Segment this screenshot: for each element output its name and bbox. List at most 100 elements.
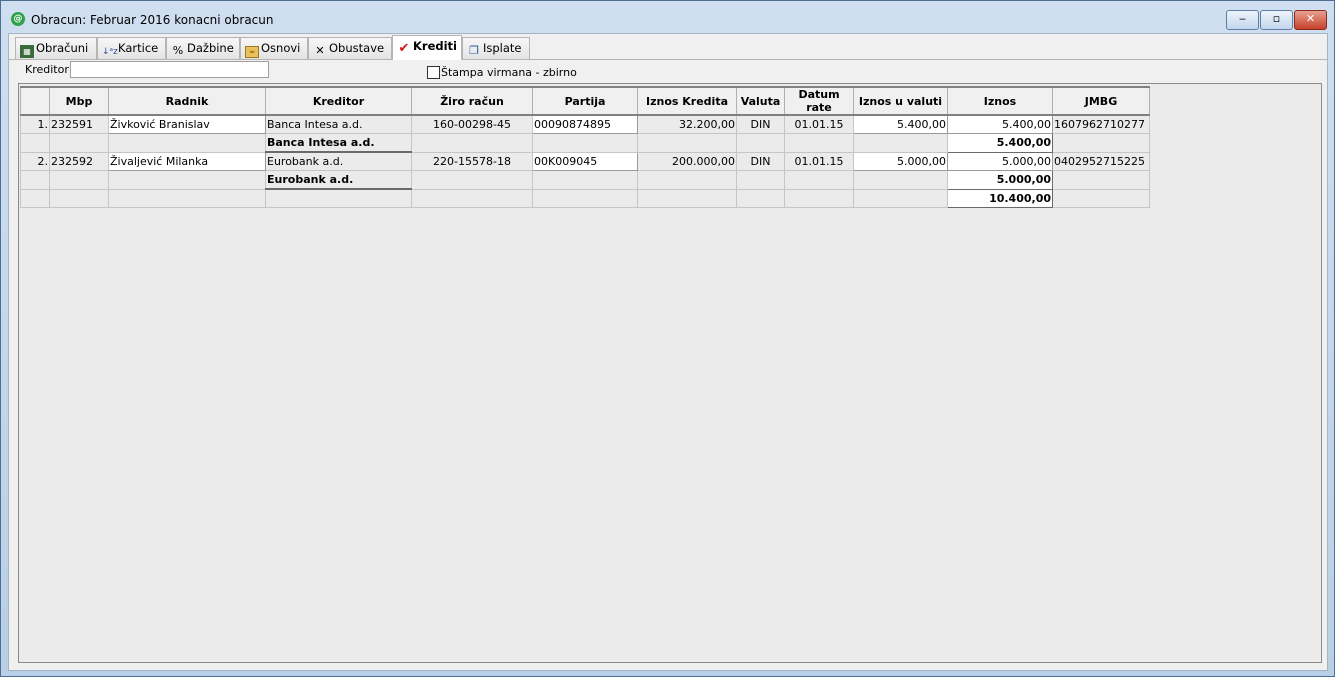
sort-az-icon: ↓ᵃz — [102, 47, 118, 57]
cell-datum-rate[interactable]: 01.01.15 — [784, 151, 854, 171]
cell-valuta[interactable]: DIN — [736, 114, 785, 134]
subtotal-kreditor: Eurobank a.d. — [265, 170, 412, 190]
empty-cell — [853, 133, 948, 153]
column-header[interactable]: JMBG — [1052, 86, 1150, 116]
cell-jmbg[interactable]: 1607962710277 — [1052, 114, 1150, 134]
empty-cell — [20, 170, 50, 190]
empty-cell — [637, 188, 737, 208]
empty-cell — [49, 133, 109, 153]
cell-datum-rate[interactable]: 01.01.15 — [784, 114, 854, 134]
empty-cell — [853, 170, 948, 190]
minimize-button[interactable]: ‒ — [1226, 10, 1259, 30]
column-header[interactable]: Radnik — [108, 86, 266, 116]
title-bar[interactable]: @ Obracun: Februar 2016 konacni obracun … — [1, 1, 1334, 33]
maximize-button[interactable]: ▫ — [1260, 10, 1293, 30]
table-row[interactable]: 1. 232591 Živković Branislav Banca Intes… — [20, 114, 1150, 134]
empty-cell — [108, 133, 266, 153]
cell-ziro-racun[interactable]: 220-15578-18 — [411, 151, 533, 171]
kreditor-filter-input[interactable] — [70, 61, 269, 78]
column-header[interactable]: Partija — [532, 86, 638, 116]
stampa-virmana-checkbox[interactable] — [427, 66, 440, 79]
tab-dazbine[interactable]: % Dažbine — [166, 37, 240, 59]
empty-cell — [49, 170, 109, 190]
cell-radnik[interactable]: Živković Branislav — [108, 114, 266, 134]
empty-cell — [20, 133, 50, 153]
empty-cell — [1052, 188, 1150, 208]
empty-cell — [736, 188, 785, 208]
empty-cell — [853, 188, 948, 208]
tab-label: Isplate — [483, 41, 522, 55]
cell-partija[interactable]: 00090874895 — [532, 114, 638, 134]
empty-cell — [736, 170, 785, 190]
empty-cell — [784, 188, 854, 208]
tab-label: Obračuni — [36, 41, 89, 55]
subtotal-iznos: 5.000,00 — [947, 170, 1053, 190]
check-icon: ✔ — [398, 41, 410, 56]
tab-label: Obustave — [329, 41, 385, 55]
x-icon: ✕ — [315, 44, 325, 57]
empty-cell — [532, 188, 638, 208]
cell-valuta[interactable]: DIN — [736, 151, 785, 171]
krediti-grid[interactable]: Mbp Radnik Kreditor Žiro račun Partija I… — [18, 83, 1322, 663]
column-header[interactable]: Kreditor — [265, 86, 412, 116]
tab-label: Dažbine — [187, 41, 234, 55]
empty-cell — [637, 170, 737, 190]
empty-cell — [20, 188, 50, 208]
row-number: 2. — [20, 151, 50, 171]
subtotal-kreditor: Banca Intesa a.d. — [265, 133, 412, 153]
column-header[interactable]: Iznos u valuti — [853, 86, 948, 116]
window-title: Obracun: Februar 2016 konacni obracun — [31, 13, 274, 27]
empty-cell — [784, 170, 854, 190]
tab-label: Krediti — [413, 39, 457, 53]
cell-iznos-u-valuti[interactable]: 5.000,00 — [853, 151, 948, 171]
tab-obracuni[interactable]: ▦ Obračuni — [15, 37, 97, 59]
folder-icon: ≈ — [245, 46, 259, 58]
subtotal-row: Eurobank a.d. 5.000,00 — [20, 170, 1150, 190]
column-header[interactable]: Datum rate — [784, 86, 854, 116]
client-area: ▦ Obračuni ↓ᵃzKartice % Dažbine ≈ Osnovi ✕ O… — [8, 33, 1328, 671]
empty-cell — [49, 188, 109, 208]
empty-cell — [784, 133, 854, 153]
cell-iznos-kredita[interactable]: 32.200,00 — [637, 114, 737, 134]
cell-ziro-racun[interactable]: 160-00298-45 — [411, 114, 533, 134]
empty-cell — [411, 133, 533, 153]
tab-label: Osnovi — [261, 41, 301, 55]
row-number: 1. — [20, 114, 50, 134]
column-header[interactable]: Mbp — [49, 86, 109, 116]
close-button[interactable]: ✕ — [1294, 10, 1327, 30]
empty-cell — [736, 133, 785, 153]
tab-osnovi[interactable]: ≈ Osnovi — [240, 37, 308, 59]
empty-cell — [1052, 133, 1150, 153]
empty-cell — [108, 170, 266, 190]
cell-iznos[interactable]: 5.000,00 — [947, 151, 1053, 171]
tab-krediti[interactable]: ✔ Krediti — [392, 35, 462, 60]
cell-iznos[interactable]: 5.400,00 — [947, 114, 1053, 134]
main-window: @ Obracun: Februar 2016 konacni obracun … — [0, 0, 1335, 677]
empty-cell — [411, 170, 533, 190]
row-number-header — [20, 86, 50, 116]
cell-iznos-u-valuti[interactable]: 5.400,00 — [853, 114, 948, 134]
cell-iznos-kredita[interactable]: 200.000,00 — [637, 151, 737, 171]
tab-kartice[interactable]: ↓ᵃzKartice — [97, 37, 166, 59]
cell-radnik[interactable]: Živaljević Milanka — [108, 151, 266, 171]
krediti-table: Mbp Radnik Kreditor Žiro račun Partija I… — [20, 86, 1150, 208]
subtotal-row: Banca Intesa a.d. 5.400,00 — [20, 133, 1150, 153]
kreditor-filter-label: Kreditor — [25, 63, 69, 76]
table-row[interactable]: 2. 232592 Živaljević Milanka Eurobank a.… — [20, 151, 1150, 171]
column-header[interactable]: Valuta — [736, 86, 785, 116]
tab-obustave[interactable]: ✕ Obustave — [308, 37, 392, 59]
column-header[interactable]: Iznos — [947, 86, 1053, 116]
cell-jmbg[interactable]: 0402952715225 — [1052, 151, 1150, 171]
column-header[interactable]: Iznos Kredita — [637, 86, 737, 116]
column-header[interactable]: Žiro račun — [411, 86, 533, 116]
empty-cell — [532, 133, 638, 153]
empty-cell — [532, 170, 638, 190]
percent-icon: % — [172, 44, 184, 57]
cell-kreditor[interactable]: Eurobank a.d. — [265, 151, 412, 171]
cell-mbp[interactable]: 232592 — [49, 151, 109, 171]
tab-label: Kartice — [118, 41, 159, 55]
cell-partija[interactable]: 00K009045 — [532, 151, 638, 171]
cell-kreditor[interactable]: Banca Intesa a.d. — [265, 114, 412, 134]
cell-mbp[interactable]: 232591 — [49, 114, 109, 134]
tab-isplate[interactable]: ❐ Isplate — [462, 37, 530, 59]
